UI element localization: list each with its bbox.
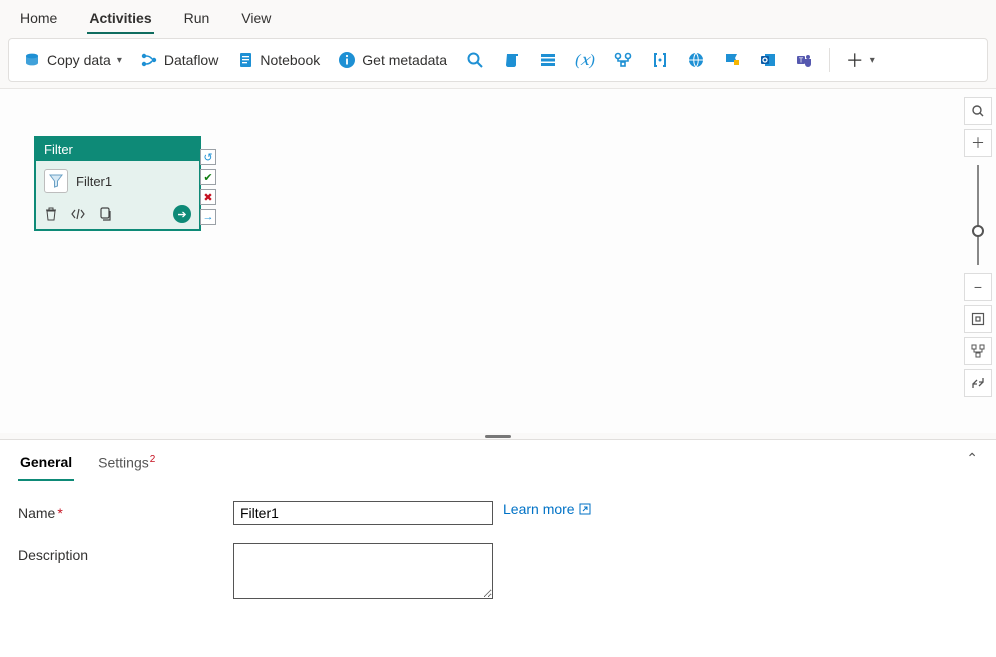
table-icon xyxy=(539,51,557,69)
dataflow-icon xyxy=(140,51,158,69)
chevron-down-icon: ▾ xyxy=(117,55,122,66)
activity-handles: ↺ ✔ ✖ → xyxy=(200,149,216,225)
tab-settings[interactable]: Settings2 xyxy=(96,450,157,481)
canvas-area: Filter Filter1 ➔ ↺ ✔ ✖ → ＋ xyxy=(0,88,996,433)
notebook-button[interactable]: Notebook xyxy=(228,45,328,75)
chevron-down-icon: ▾ xyxy=(870,55,875,66)
description-input[interactable] xyxy=(233,543,493,599)
variable-icon: (𝑥) xyxy=(575,50,595,70)
search-icon xyxy=(465,50,485,70)
script-button[interactable] xyxy=(495,45,529,75)
fit-screen-button[interactable] xyxy=(964,305,992,333)
outlook-button[interactable] xyxy=(751,45,785,75)
activity-name-label: Filter1 xyxy=(76,174,112,189)
tab-general[interactable]: General xyxy=(18,450,74,481)
zoom-out-button[interactable]: − xyxy=(964,273,992,301)
tab-settings-badge: 2 xyxy=(150,454,156,465)
flag-icon xyxy=(723,51,741,69)
copy-data-button[interactable]: Copy data ▾ xyxy=(15,45,130,75)
teams-button[interactable]: T xyxy=(787,45,821,75)
teams-icon: T xyxy=(795,51,813,69)
plus-icon: ＋ xyxy=(846,47,864,73)
script-icon xyxy=(503,51,521,69)
notebook-icon xyxy=(236,51,254,69)
zoom-slider[interactable] xyxy=(977,165,979,265)
add-activity-button[interactable]: ＋ ▾ xyxy=(838,41,883,79)
set-variable-button[interactable]: (𝑥) xyxy=(567,44,603,76)
delete-icon[interactable] xyxy=(44,207,58,221)
properties-tabs: General Settings2 ⌃ xyxy=(18,440,978,481)
top-menu: Home Activities Run View xyxy=(0,0,996,34)
activity-filter[interactable]: Filter Filter1 ➔ xyxy=(35,137,200,230)
activity-type-header: Filter xyxy=(36,138,199,161)
zoom-rail: ＋ − xyxy=(960,89,996,433)
activities-toolbar: Copy data ▾ Dataflow Notebook Get metada… xyxy=(8,38,988,82)
properties-panel: General Settings2 ⌃ Name* Learn more Des… xyxy=(0,439,996,657)
handle-success-icon[interactable]: ✔ xyxy=(200,169,216,185)
menu-activities[interactable]: Activities xyxy=(87,6,153,34)
copy-data-label: Copy data xyxy=(47,52,111,68)
notebook-label: Notebook xyxy=(260,52,320,68)
info-icon xyxy=(338,51,356,69)
collapse-panel-button[interactable]: ⌃ xyxy=(966,450,978,467)
fullscreen-button[interactable] xyxy=(964,369,992,397)
name-input[interactable] xyxy=(233,501,493,525)
handle-skip-icon[interactable]: → xyxy=(200,209,216,225)
brackets-icon xyxy=(651,51,669,69)
external-link-icon xyxy=(579,503,591,515)
get-metadata-button[interactable]: Get metadata xyxy=(330,45,455,75)
zoom-thumb[interactable] xyxy=(972,225,984,237)
description-label: Description xyxy=(18,543,233,563)
stored-proc-button[interactable] xyxy=(531,45,565,75)
pipeline-icon xyxy=(613,51,633,69)
copy-data-icon xyxy=(23,51,41,69)
canvas-search-button[interactable] xyxy=(964,97,992,125)
get-metadata-label: Get metadata xyxy=(362,52,447,68)
dataflow-label: Dataflow xyxy=(164,52,218,68)
handle-fail-icon[interactable]: ✖ xyxy=(200,189,216,205)
dataflow-button[interactable]: Dataflow xyxy=(132,45,226,75)
run-arrow-icon[interactable]: ➔ xyxy=(173,205,191,223)
semantic-button[interactable] xyxy=(715,45,749,75)
tab-settings-label: Settings xyxy=(98,455,149,471)
menu-view[interactable]: View xyxy=(239,6,273,34)
menu-home[interactable]: Home xyxy=(18,6,59,34)
globe-icon xyxy=(687,51,705,69)
funnel-icon xyxy=(44,169,68,193)
menu-run[interactable]: Run xyxy=(182,6,212,34)
lookup-button[interactable] xyxy=(457,44,493,76)
zoom-in-button[interactable]: ＋ xyxy=(964,129,992,157)
canvas[interactable]: Filter Filter1 ➔ ↺ ✔ ✖ → xyxy=(0,89,960,433)
code-icon[interactable] xyxy=(70,207,86,221)
name-label: Name* xyxy=(18,501,233,521)
outlook-icon xyxy=(759,51,777,69)
svg-text:T: T xyxy=(799,58,804,65)
clone-icon[interactable] xyxy=(98,207,112,221)
web-button[interactable] xyxy=(679,45,713,75)
functions-button[interactable] xyxy=(643,45,677,75)
pipeline-button[interactable] xyxy=(605,45,641,75)
learn-more-link[interactable]: Learn more xyxy=(503,501,591,517)
handle-retry-icon[interactable]: ↺ xyxy=(200,149,216,165)
auto-align-button[interactable] xyxy=(964,337,992,365)
toolbar-separator xyxy=(829,48,830,72)
general-form: Name* Learn more Description xyxy=(18,501,978,599)
